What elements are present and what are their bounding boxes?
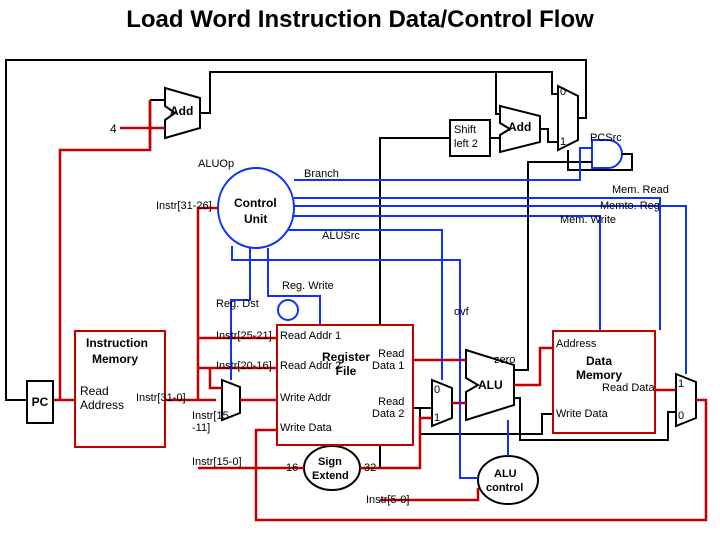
field-15-11: Instr[15 -11] <box>192 410 229 434</box>
sig-zero: zero <box>494 354 515 366</box>
instr-bus-label: Instr[31-0] <box>136 392 186 404</box>
reg-file-title: Register File <box>322 350 370 378</box>
sig-ovf: ovf <box>454 306 469 318</box>
control-unit-l1: Control <box>234 196 277 210</box>
mux-alusrc-1: 1 <box>434 412 440 424</box>
signext-16: 16 <box>286 462 298 474</box>
add1-label: Add <box>170 104 193 118</box>
sig-memread: Mem. Read <box>612 184 669 196</box>
signext-l1: Sign <box>318 456 342 468</box>
mux-m2r-1: 1 <box>678 378 684 390</box>
reg-write-data: Write Data <box>280 422 332 434</box>
alu-label: ALU <box>478 378 503 392</box>
reg-read-data2: Read Data 2 <box>372 396 404 420</box>
mux-m2r-0: 0 <box>678 410 684 422</box>
sig-memwrite: Mem. Write <box>560 214 616 226</box>
reg-read-data1: Read Data 1 <box>372 348 404 372</box>
dmem-write-data: Write Data <box>556 408 608 420</box>
sig-memtoreg: Memto. Reg <box>600 200 660 212</box>
field-31-26: Instr[31-26] <box>156 200 212 212</box>
pc-register: PC <box>26 380 54 424</box>
shiftleft-l1: Shift <box>454 124 476 136</box>
field-20-16: Instr[20-16] <box>216 360 272 372</box>
sig-alusrc: ALUSrc <box>322 230 360 242</box>
aluctrl-l2: control <box>486 482 523 494</box>
sig-branch: Branch <box>304 168 339 180</box>
reg-read-addr1: Read Addr 1 <box>280 330 341 342</box>
control-unit-l2: Unit <box>244 212 267 226</box>
reg-write-addr: Write Addr <box>280 392 331 404</box>
imem-read-addr-label: Read Address <box>80 384 124 412</box>
field-15-0: Instr[15-0] <box>192 456 242 468</box>
imem-title-1: Instruction <box>86 336 148 350</box>
sig-regwrite: Reg. Write <box>282 280 334 292</box>
signext-l2: Extend <box>312 470 349 482</box>
sig-aluop: ALUOp <box>198 158 234 170</box>
add2-label: Add <box>508 120 531 134</box>
dmem-addr: Address <box>556 338 596 350</box>
sig-pcsrc: PCSrc <box>590 132 622 144</box>
sig-regdst: Reg. Dst <box>216 298 259 310</box>
wiring-svg <box>0 0 720 540</box>
mux-pcsrc-0: 0 <box>560 86 566 98</box>
imem-title-2: Memory <box>92 352 138 366</box>
dmem-read-data: Read Data <box>602 382 655 394</box>
dmem-title: Data Memory <box>576 354 622 382</box>
mux-pcsrc-1: 1 <box>560 136 566 148</box>
field-25-21: Instr[25-21] <box>216 330 272 342</box>
field-5-0: Instr[5-0] <box>366 494 409 506</box>
shiftleft-l2: left 2 <box>454 138 478 150</box>
aluctrl-l1: ALU <box>494 468 517 480</box>
const-4: 4 <box>110 122 117 136</box>
mux-alusrc-0: 0 <box>434 384 440 396</box>
signext-32: 32 <box>364 462 376 474</box>
